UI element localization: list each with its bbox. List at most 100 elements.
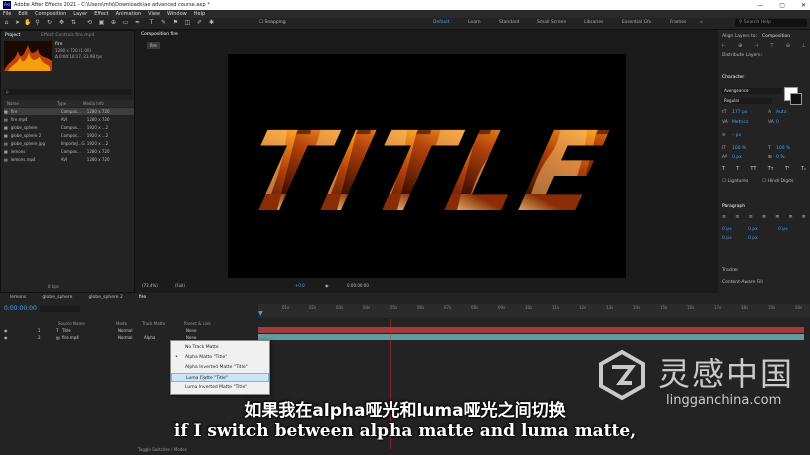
menu-layer[interactable]: Layer	[73, 11, 87, 17]
roto-brush-tool-icon[interactable]: ✐	[196, 20, 203, 26]
faux-italic-icon[interactable]: T	[736, 166, 739, 172]
subscript-icon[interactable]: T₁	[801, 166, 806, 172]
justify-all-icon[interactable]: ≣	[802, 214, 806, 220]
search-help-input[interactable]: ⚲ Search Help	[735, 19, 807, 27]
column-parent[interactable]: Parent & Link	[184, 321, 234, 326]
small-caps-icon[interactable]: Tт	[768, 166, 774, 172]
vertical-scale-value[interactable]: 100 %	[732, 146, 746, 151]
layer-name[interactable]: fire.mp4	[62, 335, 118, 340]
zoom-dropdown[interactable]: (73.4%)	[142, 283, 158, 288]
camera-tool-icon[interactable]: ▣	[98, 20, 105, 26]
list-item[interactable]: ▤ globe_sphere.jpg ImporteJ...G 1920 x .…	[4, 140, 134, 147]
leading-value[interactable]: Auto	[776, 110, 786, 115]
column-source-name[interactable]: Source Name	[58, 321, 116, 326]
horizontal-scale-value[interactable]: 100 %	[776, 146, 790, 151]
tab-composition[interactable]: Composition fire	[141, 32, 178, 37]
font-size-value[interactable]: 177 px	[732, 110, 748, 115]
maximize-button[interactable]: ▢	[779, 2, 785, 9]
close-button[interactable]: ✕	[801, 2, 806, 9]
tab-lemons[interactable]: lemons	[4, 295, 32, 300]
list-item[interactable]: ▤ lemons.mp4 AVI 1280 x 720	[4, 156, 134, 163]
align-bottom-icon[interactable]: ⊥	[802, 43, 806, 49]
tracker-panel-title[interactable]: Tracker	[722, 268, 738, 273]
layer-row[interactable]: ◉ 1 T Title Normal None	[0, 327, 258, 334]
all-caps-icon[interactable]: TT	[750, 166, 756, 172]
pan-tool-icon[interactable]: ✥	[58, 20, 65, 26]
tracking-value[interactable]: 0	[776, 120, 779, 125]
snapshot-icon[interactable]: ◉	[325, 283, 329, 288]
faux-bold-icon[interactable]: T	[722, 166, 725, 172]
visibility-eye-icon[interactable]: ◉	[4, 335, 10, 340]
menu-item-luma-matte[interactable]: Luma Matte "Title"	[171, 373, 269, 382]
workspace-overflow-icon[interactable]: »	[700, 20, 703, 25]
snapping-checkbox[interactable]: ☐ Snapping	[259, 20, 286, 25]
pen-tool-icon[interactable]: ✒	[134, 20, 141, 26]
pan-behind-tool-icon[interactable]: ⊕	[110, 20, 117, 26]
hindi-digits-checkbox[interactable]: ☐ Hindi Digits	[762, 179, 793, 184]
tab-globe-sphere[interactable]: globe_sphere	[36, 295, 78, 300]
align-text-left-icon[interactable]: ≡	[722, 214, 726, 220]
ligatures-checkbox[interactable]: ☐ Ligatures	[722, 179, 748, 184]
bpc-indicator[interactable]: 8 bpc	[48, 284, 59, 289]
align-text-center-icon[interactable]: ≡	[735, 214, 739, 220]
workspace-libraries[interactable]: Libraries	[584, 20, 603, 25]
tab-globe-sphere-2[interactable]: globe_sphere 2	[82, 295, 128, 300]
space-before-value[interactable]: 0 px	[722, 236, 732, 241]
minimize-button[interactable]: —	[757, 2, 763, 9]
toggle-switches-modes[interactable]: Toggle Switches / Modes	[138, 447, 187, 452]
justify-left-icon[interactable]: ≣	[762, 214, 766, 220]
font-style-dropdown[interactable]: Regular	[722, 98, 772, 104]
tab-fire[interactable]: fire	[133, 295, 152, 300]
column-media-info[interactable]: Media Info	[83, 101, 113, 106]
justify-right-icon[interactable]: ≣	[788, 214, 792, 220]
hand-tool-icon[interactable]: ✋	[24, 20, 31, 26]
composition-canvas[interactable]: TITLE	[228, 54, 626, 278]
viewer-timecode[interactable]: 0:00:00:00	[347, 283, 369, 288]
rectangle-tool-icon[interactable]: ▭	[122, 20, 129, 26]
column-track-matte[interactable]: Track Matte	[142, 321, 184, 326]
project-search-input[interactable]: ρ	[4, 89, 131, 95]
workspace-essential-gfx[interactable]: Essential Gfx	[622, 20, 651, 25]
menu-item-no-track-matte[interactable]: No Track Matte	[171, 343, 269, 352]
home-icon[interactable]: ⌂	[3, 20, 10, 26]
rotate-tool-icon[interactable]: ⟲	[86, 20, 93, 26]
brush-tool-icon[interactable]: ✎	[160, 20, 167, 26]
workspace-learn[interactable]: Learn	[468, 20, 481, 25]
menu-item-luma-inverted-matte[interactable]: Luma Inverted Matte "Title"	[171, 383, 269, 392]
column-name[interactable]: Name	[7, 101, 57, 106]
menu-window[interactable]: Window	[167, 11, 187, 17]
workspace-small-screen[interactable]: Small Screen	[537, 20, 566, 25]
list-item[interactable]: ▦ fire Compos... 1280 x 720	[4, 108, 134, 115]
time-ruler[interactable]: 01s 02s 03s 04s 05s 06s 07s 08s 09s 10s …	[258, 304, 810, 318]
align-right-icon[interactable]: ⊣	[754, 43, 758, 49]
justify-center-icon[interactable]: ≣	[775, 214, 779, 220]
comp-breadcrumb[interactable]: fire	[147, 42, 160, 49]
dolly-tool-icon[interactable]: ⇅	[70, 20, 77, 26]
list-item[interactable]: ▦ lemons Compos... 1280 x 720	[4, 148, 134, 155]
puppet-tool-icon[interactable]: ✱	[208, 20, 215, 26]
align-text-right-icon[interactable]: ≡	[749, 214, 753, 220]
menu-view[interactable]: View	[148, 11, 160, 17]
indent-left-value[interactable]: 0 px	[722, 227, 732, 232]
menu-animation[interactable]: Animation	[116, 11, 142, 17]
visibility-eye-icon[interactable]: ◉	[4, 328, 10, 333]
content-aware-fill-title[interactable]: Content-Aware Fill	[722, 280, 763, 285]
layer-mode-dropdown[interactable]: Normal	[118, 328, 144, 333]
menu-help[interactable]: Help	[194, 11, 205, 17]
layer-parent-dropdown[interactable]: None	[186, 328, 236, 333]
tab-project[interactable]: Project	[5, 33, 20, 38]
resolution-dropdown[interactable]: (Full)	[175, 283, 185, 288]
space-after-value[interactable]: 0 px	[748, 236, 758, 241]
tsume-value[interactable]: 0 %	[776, 155, 785, 160]
zoom-tool-icon[interactable]: ⚲	[34, 20, 41, 26]
menu-item-alpha-inverted-matte[interactable]: Alpha Inverted Matte "Title"	[171, 363, 269, 372]
type-tool-icon[interactable]: T	[148, 20, 155, 26]
stroke-color-swatch[interactable]	[790, 93, 802, 105]
timeline-timecode[interactable]: 0:00:00:00	[4, 305, 37, 312]
selection-tool-icon[interactable]: ➤	[14, 20, 21, 26]
align-left-icon[interactable]: ⊢	[722, 43, 726, 49]
workspace-standard[interactable]: Standard	[499, 20, 519, 25]
clone-stamp-tool-icon[interactable]: ⚑	[172, 20, 179, 26]
exposure-value[interactable]: +0.0	[295, 283, 305, 288]
layer-name[interactable]: Title	[62, 328, 118, 333]
